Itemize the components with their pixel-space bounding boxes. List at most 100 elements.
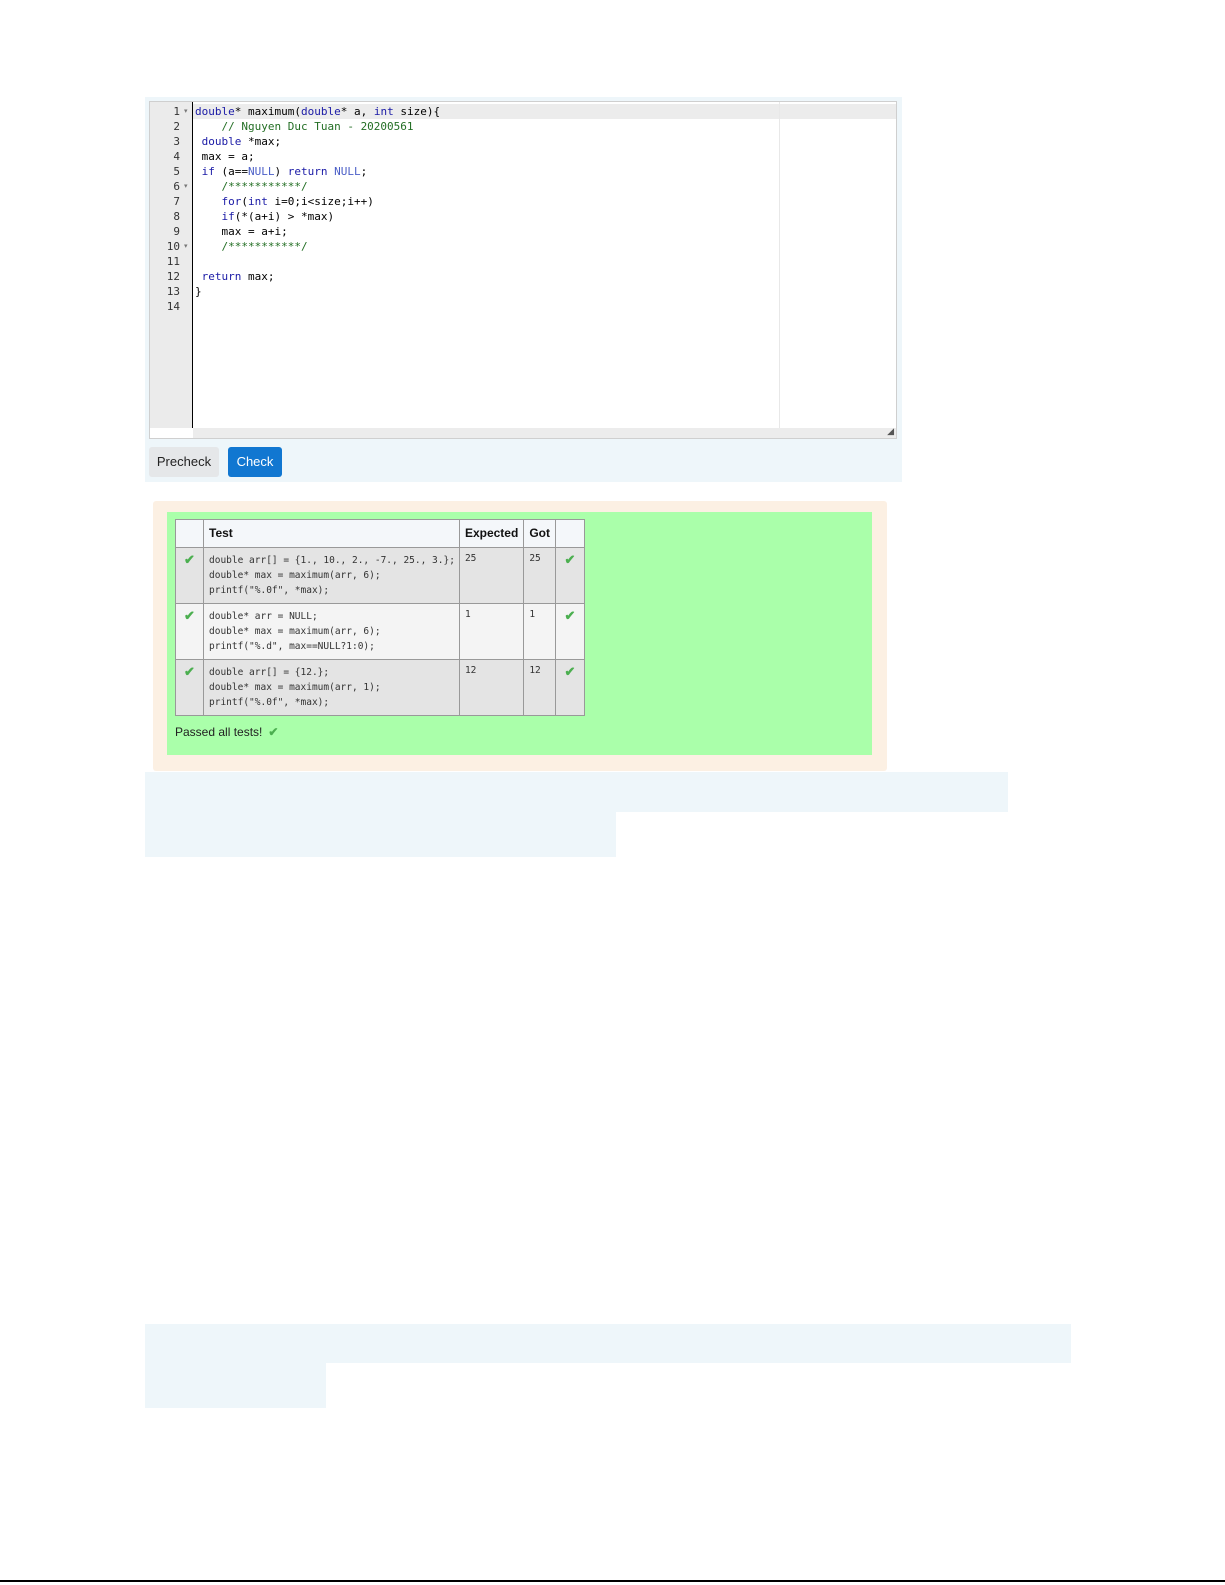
header-test: Test: [203, 519, 460, 548]
code-line[interactable]: /***********/: [195, 239, 308, 254]
test-results-table: Test Expected Got ✔ double arr[] = {1., 1…: [175, 519, 585, 716]
following-question-block-tail: [145, 1363, 326, 1408]
expected-cell: 12: [458, 659, 525, 716]
code-token: max;: [241, 270, 275, 283]
header-status: [175, 519, 204, 548]
got-value: 25: [529, 553, 541, 564]
code-token: int: [247, 195, 268, 208]
code-token: * maximum(: [234, 105, 301, 118]
test-code-line: printf("%.d", max==NULL?1:0);: [209, 641, 375, 652]
line-number: 7: [173, 195, 180, 208]
result-panel: Test Expected Got ✔ double arr[] = {1., 1…: [153, 501, 887, 771]
code-line[interactable]: }: [195, 284, 202, 299]
line-number: 5: [173, 165, 180, 178]
code-token: /***********/: [195, 240, 308, 253]
line-number-gutter: 1 2 3 4 5 6 7 8 9 10 11 12 13 14 ▾ ▾ ▾: [150, 102, 193, 428]
line-number: 4: [173, 150, 180, 163]
check-icon: ✔: [184, 552, 195, 567]
check-icon: ✔: [184, 608, 195, 623]
line-number: 13: [166, 285, 180, 298]
test-code: double arr[] = {1., 10., 2., -7., 25., 3…: [204, 548, 459, 598]
print-margin: [779, 102, 780, 428]
code-token: ;: [360, 165, 368, 178]
code-line[interactable]: // Nguyen Duc Tuan - 20200561: [195, 119, 414, 134]
code-token: max = a;: [195, 150, 255, 163]
code-token: double: [300, 105, 341, 118]
code-line[interactable]: if (a==NULL) return NULL;: [195, 164, 368, 179]
header-result: [554, 519, 585, 548]
expected-value: 1: [464, 609, 471, 620]
expected-value: 12: [464, 665, 477, 676]
answer-panel: 1 2 3 4 5 6 7 8 9 10 11 12 13 14 ▾ ▾ ▾ double* maximum(d…: [145, 97, 902, 482]
result-cell: ✔: [554, 547, 585, 604]
code-token: max = a+i;: [195, 225, 288, 238]
test-code-line: printf("%.0f", *max);: [209, 697, 330, 708]
line-number: 1: [173, 105, 180, 118]
summary-message: Passed all tests! ✔: [175, 725, 278, 739]
code-token: ): [274, 165, 288, 178]
code-token: return: [195, 270, 242, 283]
next-question-block-tail: [145, 812, 616, 857]
line-number: 8: [173, 210, 180, 223]
line-number: 2: [173, 120, 180, 133]
code-line[interactable]: for(int i=0;i<size;i++): [195, 194, 373, 209]
next-question-block: [145, 772, 1008, 812]
code-token: }: [195, 285, 202, 298]
check-button[interactable]: Check: [228, 447, 282, 477]
header-expected: Expected: [458, 519, 525, 548]
code-line[interactable]: max = a;: [195, 149, 255, 164]
result-cell: ✔: [554, 659, 585, 716]
code-token: (: [241, 195, 248, 208]
code-token: int: [373, 105, 394, 118]
resize-handle-icon[interactable]: ◢: [887, 426, 894, 437]
check-icon: ✔: [564, 608, 576, 623]
code-token: for: [195, 195, 242, 208]
code-token: double: [195, 135, 242, 148]
status-cell: ✔: [175, 603, 204, 660]
code-line[interactable]: return max;: [195, 269, 275, 284]
code-token: // Nguyen Duc Tuan - 20200561: [195, 120, 414, 133]
code-line[interactable]: max = a+i;: [195, 224, 288, 239]
page-bottom-rule: [0, 1580, 1225, 1582]
result-cell: ✔: [554, 603, 585, 660]
summary-text: Passed all tests!: [175, 725, 263, 739]
code-line[interactable]: /***********/: [195, 179, 307, 194]
precheck-button[interactable]: Precheck: [149, 447, 219, 477]
line-number: 12: [166, 270, 180, 283]
line-number: 10: [166, 240, 180, 253]
code-token: if: [195, 165, 215, 178]
got-value: 12: [529, 665, 541, 676]
expected-value: 25: [464, 553, 477, 564]
code-editor[interactable]: 1 2 3 4 5 6 7 8 9 10 11 12 13 14 ▾ ▾ ▾ double* maximum(d…: [149, 101, 897, 439]
check-icon: ✔: [564, 664, 576, 679]
expected-cell: 25: [458, 547, 525, 604]
test-code-line: double* max = maximum(arr, 6);: [209, 626, 381, 637]
check-icon: ✔: [184, 664, 195, 679]
test-code-line: printf("%.0f", *max);: [209, 585, 330, 596]
fold-toggle-icon[interactable]: ▾: [184, 104, 188, 119]
result-pass-box: Test Expected Got ✔ double arr[] = {1., 1…: [167, 512, 872, 755]
test-cell: double* arr = NULL; double* max = maximum…: [203, 603, 460, 660]
test-code-line: double* arr = NULL;: [209, 611, 318, 622]
got-cell: 12: [523, 659, 556, 716]
expected-cell: 1: [458, 603, 525, 660]
table-row: ✔ double arr[] = {12.}; double* max = maxi…: [175, 659, 585, 716]
code-line[interactable]: double* maximum(double* a, int size){: [195, 104, 440, 119]
test-cell: double arr[] = {12.}; double* max = maxim…: [203, 659, 460, 716]
test-code-line: double arr[] = {12.};: [209, 667, 330, 678]
code-line[interactable]: if(*(a+i) > *max): [195, 209, 334, 224]
code-token: return: [287, 165, 328, 178]
code-area[interactable]: double* maximum(double* a, int size){ //…: [193, 102, 896, 428]
code-token: NULL: [334, 165, 361, 178]
table-header-row: Test Expected Got: [175, 519, 585, 548]
test-cell: double arr[] = {1., 10., 2., -7., 25., 3…: [203, 547, 460, 604]
line-number: 6: [173, 180, 180, 193]
header-got: Got: [523, 519, 556, 548]
line-number: 14: [166, 300, 180, 313]
horizontal-scrollbar[interactable]: [193, 428, 896, 438]
code-line[interactable]: double *max;: [195, 134, 282, 149]
fold-toggle-icon[interactable]: ▾: [184, 239, 188, 254]
fold-toggle-icon[interactable]: ▾: [184, 179, 188, 194]
got-cell: 25: [523, 547, 556, 604]
code-token: (a==: [214, 165, 248, 178]
